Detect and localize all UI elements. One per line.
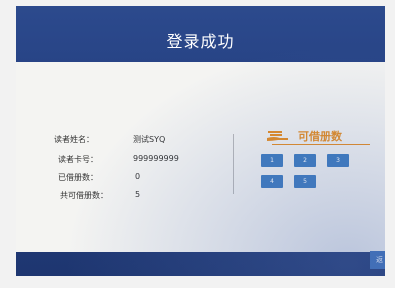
- page-title: 登录成功: [166, 32, 235, 51]
- reader-name-label: 读者姓名：: [54, 135, 94, 144]
- available-books-title: 可借册数: [298, 130, 342, 143]
- book-slot-1[interactable]: 1: [261, 154, 283, 167]
- available-books-underline: [272, 144, 370, 145]
- borrowed-count-label: 已借册数：: [58, 173, 98, 182]
- hand-books-icon: [267, 131, 288, 141]
- book-slot-2[interactable]: 2: [294, 154, 316, 167]
- book-slot-5[interactable]: 5: [294, 175, 316, 188]
- kiosk-screen: 登录成功 读者姓名： 测试SYQ 读者卡号： 999999999 已借册数： 0…: [16, 6, 385, 276]
- book-slot-4[interactable]: 4: [261, 175, 283, 188]
- available-books-header: 可借册数: [266, 128, 366, 144]
- reader-card-label: 读者卡号：: [58, 155, 98, 164]
- book-slot-3[interactable]: 3: [327, 154, 349, 167]
- reader-name-value: 测试SYQ: [133, 135, 166, 144]
- return-button[interactable]: 返: [370, 251, 385, 269]
- info-panel: 读者姓名： 测试SYQ 读者卡号： 999999999 已借册数： 0 共可借册…: [16, 62, 385, 252]
- total-allowed-label: 共可借册数：: [60, 191, 108, 200]
- panel-divider: [233, 134, 234, 194]
- total-allowed-value: 5: [135, 190, 141, 199]
- borrowed-count-value: 0: [135, 172, 141, 181]
- reader-card-value: 999999999: [133, 154, 179, 163]
